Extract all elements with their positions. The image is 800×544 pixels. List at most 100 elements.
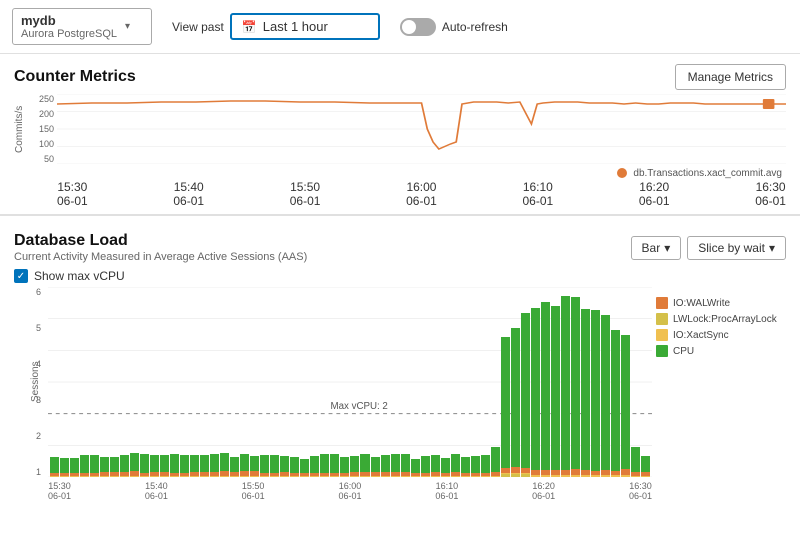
bar-segment-xact (471, 476, 480, 477)
manage-metrics-button[interactable]: Manage Metrics (675, 64, 786, 90)
bar-x-tick-1540: 15:4006-01 (145, 481, 168, 501)
bar-0 (50, 457, 59, 478)
counter-y-label: Commits/s (14, 94, 25, 164)
bar-segment-cpu (350, 456, 359, 472)
x-tick-1630: 16:3006-01 (755, 180, 786, 208)
bar-segment-cpu (180, 455, 189, 473)
bar-24 (290, 457, 299, 477)
bar-segment-cpu (90, 455, 99, 473)
bar-segment-xact (130, 476, 139, 477)
bar-34 (391, 454, 400, 477)
bar-4 (90, 455, 99, 477)
bar-segment-xact (401, 476, 410, 477)
counter-legend-label: db.Transactions.xact_commit.avg (633, 168, 782, 179)
bar-58 (631, 447, 640, 477)
bar-segment-xact (260, 476, 269, 477)
db-selector-chevron: ▾ (125, 21, 130, 32)
bar-segment-cpu (401, 454, 410, 472)
bar-45 (501, 337, 510, 477)
counter-y-tick-4: 100 (27, 139, 54, 149)
bar-11 (160, 455, 169, 477)
bar-21 (260, 455, 269, 477)
bar-label: Bar (642, 241, 661, 255)
bar-12 (170, 454, 179, 477)
bar-x-tick-1550: 15:5006-01 (242, 481, 265, 501)
bar-segment-xact (300, 476, 309, 477)
bar-segment-xact (631, 476, 640, 477)
bar-segment-xact (531, 475, 540, 477)
bar-segment-cpu (491, 447, 500, 472)
legend-item-walwrite: IO:WALWrite (656, 297, 786, 309)
legend-label-procarraylock: LWLock:ProcArrayLock (673, 314, 777, 325)
slice-label: Slice by wait (698, 241, 765, 255)
counter-chart-svg (57, 94, 786, 164)
db-load-title-group: Database Load Current Activity Measured … (14, 232, 307, 263)
bar-segment-cpu (260, 455, 269, 472)
bar-segment-xact (200, 476, 209, 477)
bar-23 (280, 456, 289, 477)
bar-segment-xact (110, 476, 119, 477)
bar-segment-xact (240, 476, 249, 477)
bar-segment-xact (451, 476, 460, 477)
bar-chart-wrapper: Sessions 6 5 4 3 2 1 Max vCPU: 2 (14, 287, 786, 501)
bar-segment-cpu (441, 458, 450, 473)
calendar-icon: 📅 (242, 20, 257, 34)
bar-segment-xact (381, 476, 390, 477)
bar-segment-cpu (541, 302, 550, 470)
counter-section-title: Counter Metrics (14, 68, 136, 86)
db-selector[interactable]: mydb Aurora PostgreSQL ▾ (12, 8, 152, 45)
x-tick-1620: 16:2006-01 (639, 180, 670, 208)
bar-x-tick-1600: 16:0006-01 (338, 481, 361, 501)
bar-segment-cpu (591, 310, 600, 471)
bar-5 (100, 457, 109, 477)
bar-segment-cpu (100, 457, 109, 472)
bar-30 (350, 456, 359, 477)
bar-59 (641, 456, 650, 477)
bar-52 (571, 297, 580, 477)
bar-segment-cpu (601, 315, 610, 470)
bar-segment-lw (501, 474, 510, 477)
auto-refresh-track[interactable] (400, 18, 436, 36)
bar-segment-cpu (391, 454, 400, 473)
bar-segment-xact (601, 475, 610, 477)
bar-segment-cpu (250, 456, 259, 471)
bar-segment-cpu (270, 455, 279, 473)
bar-y-axis: Sessions 6 5 4 3 2 1 (14, 287, 44, 477)
bar-segment-cpu (220, 453, 229, 471)
bar-segment-xact (50, 476, 59, 477)
bar-segment-cpu (411, 459, 420, 473)
bar-segment-cpu (70, 458, 79, 473)
counter-x-axis: 15:3006-01 15:4006-01 15:5006-01 16:0006… (57, 180, 786, 208)
show-vcpu-checkbox[interactable]: ✓ (14, 269, 28, 283)
bar-segment-xact (621, 475, 630, 477)
bar-segment-lw (521, 474, 530, 477)
bar-segment-xact (411, 476, 420, 477)
time-range-selector[interactable]: 📅 Last 1 hour (230, 13, 380, 40)
bar-segment-cpu (461, 457, 470, 473)
bar-segment-cpu (60, 458, 69, 474)
bar-segment-cpu (631, 447, 640, 472)
bar-segment-xact (60, 476, 69, 477)
bar-segment-xact (90, 476, 99, 477)
slice-by-wait-button[interactable]: Slice by wait ▾ (687, 236, 786, 260)
bar-segment-xact (591, 475, 600, 477)
bar-x-tick-1610: 16:1006-01 (435, 481, 458, 501)
bar-segment-lw (511, 474, 520, 477)
bar-33 (381, 455, 390, 477)
bar-segment-xact (320, 476, 329, 477)
bar-segment-xact (270, 476, 279, 477)
bar-segment-xact (180, 476, 189, 477)
bar-segment-xact (371, 476, 380, 477)
bar-segment-xact (461, 476, 470, 477)
bar-segment-cpu (320, 454, 329, 472)
bar-segment-cpu (641, 456, 650, 473)
bar-3 (80, 455, 89, 477)
bar-chart-type-button[interactable]: Bar ▾ (631, 236, 682, 260)
bar-segment-cpu (531, 308, 540, 470)
db-load-controls: Bar ▾ Slice by wait ▾ (631, 236, 786, 260)
bar-segment-xact (140, 476, 149, 477)
x-tick-1540: 15:4006-01 (173, 180, 204, 208)
legend-label-walwrite: IO:WALWrite (673, 298, 730, 309)
bar-29 (340, 457, 349, 477)
bar-6 (110, 457, 119, 477)
